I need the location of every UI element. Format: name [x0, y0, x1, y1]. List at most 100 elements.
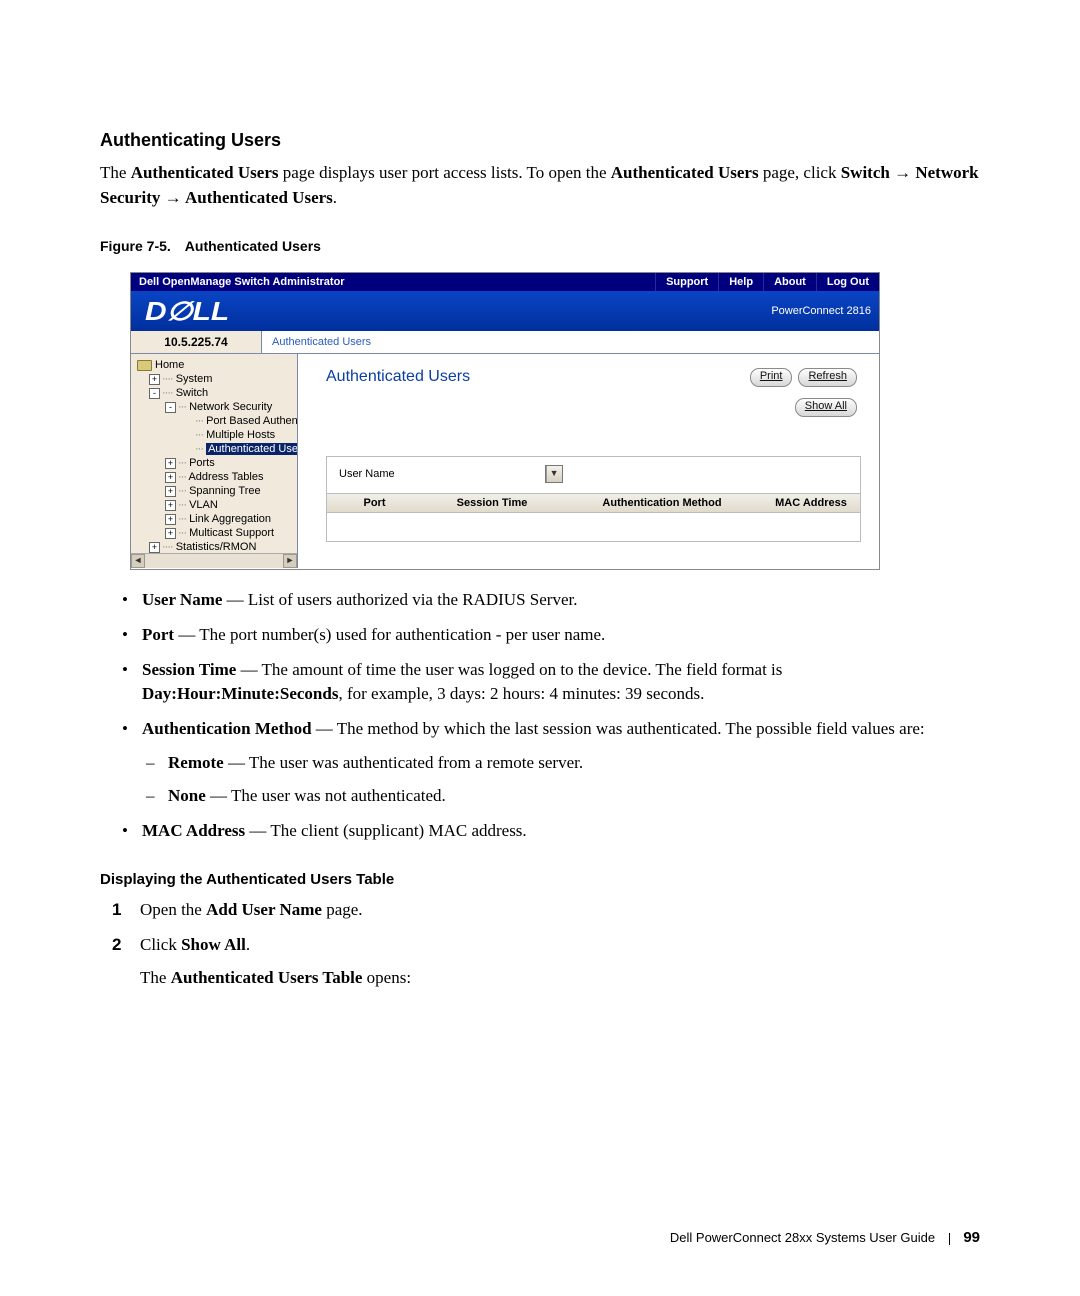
list-item: None — The user was not authenticated. [142, 784, 980, 809]
expand-icon[interactable]: + [165, 528, 176, 539]
list-item: MAC Address — The client (supplicant) MA… [122, 819, 980, 844]
tree-link-aggregation[interactable]: +··· Link Aggregation [137, 512, 297, 526]
expand-icon[interactable]: + [149, 374, 160, 385]
subsection-heading: Displaying the Authenticated Users Table [100, 871, 980, 888]
label: Link Aggregation [189, 513, 271, 525]
expand-icon[interactable]: + [165, 486, 176, 497]
col-auth-method: Authentication Method [562, 497, 762, 509]
main-panel: Authenticated Users Print Refresh Show A… [298, 354, 879, 568]
label-selected: Authenticated Users [206, 443, 298, 455]
text: — List of users authorized via the RADIU… [222, 590, 577, 609]
tree-scrollbar[interactable]: ◄ ► [131, 553, 297, 568]
folder-icon [137, 360, 152, 371]
term: Authenticated Users [131, 163, 279, 182]
dell-logo: D∅LL [145, 296, 229, 327]
guide-name: Dell PowerConnect 28xx Systems User Guid… [670, 1230, 935, 1245]
tree-statistics-rmon[interactable]: +···· Statistics/RMON [137, 540, 297, 554]
text: page, click [759, 163, 841, 182]
label: Statistics/RMON [176, 541, 257, 553]
tree-authenticated-users[interactable]: ··· Authenticated Users [137, 442, 297, 456]
screenshot-figure: Dell OpenManage Switch Administrator Sup… [130, 272, 880, 570]
term: Session Time [142, 660, 236, 679]
label: Network Security [189, 401, 272, 413]
text: page displays user port access lists. To… [278, 163, 610, 182]
tree-home[interactable]: Home [137, 358, 297, 372]
label: Switch [176, 387, 208, 399]
page-number: 99 [963, 1229, 980, 1246]
term: Add User Name [206, 900, 322, 919]
label: Spanning Tree [189, 485, 261, 497]
term: Authentication Method [142, 719, 312, 738]
username-select[interactable]: ▼ [545, 465, 563, 483]
breadcrumb: Authenticated Users [262, 331, 879, 353]
term: Show All [181, 935, 246, 954]
figure-caption: Figure 7-5.Authenticated Users [100, 238, 980, 254]
tree-system[interactable]: +···· System [137, 372, 297, 386]
tree-address-tables[interactable]: +··· Address Tables [137, 470, 297, 484]
text: , for example, 3 days: 2 hours: 4 minute… [338, 684, 704, 703]
expand-icon[interactable]: + [165, 500, 176, 511]
app-title: Dell OpenManage Switch Administrator [139, 273, 345, 291]
list-item: Session Time — The amount of time the us… [122, 658, 980, 707]
refresh-button[interactable]: Refresh [798, 368, 857, 387]
menu-support[interactable]: Support [655, 273, 718, 291]
term: MAC Address [142, 821, 245, 840]
expand-icon[interactable]: + [165, 514, 176, 525]
tree-ports[interactable]: +··· Ports [137, 456, 297, 470]
app-titlebar: Dell OpenManage Switch Administrator Sup… [131, 273, 879, 291]
col-port: Port [327, 497, 422, 509]
text: The [100, 163, 131, 182]
show-all-button[interactable]: Show All [795, 398, 857, 417]
nav-tree: Home +···· System -···· Switch -··· Netw… [131, 354, 298, 568]
scroll-left-icon[interactable]: ◄ [131, 554, 145, 568]
term: Authenticated Users [611, 163, 759, 182]
intro-paragraph: The Authenticated Users page displays us… [100, 161, 980, 210]
field-descriptions: User Name — List of users authorized via… [122, 588, 980, 843]
text: . [246, 935, 250, 954]
list-item: User Name — List of users authorized via… [122, 588, 980, 613]
col-mac-address: MAC Address [762, 497, 860, 509]
col-session-time: Session Time [422, 497, 562, 509]
collapse-icon[interactable]: - [149, 388, 160, 399]
text: Click [140, 935, 181, 954]
expand-icon[interactable]: + [165, 458, 176, 469]
collapse-icon[interactable]: - [165, 402, 176, 413]
text: page. [322, 900, 363, 919]
print-button[interactable]: Print [750, 368, 793, 387]
chevron-down-icon: ▼ [546, 466, 562, 482]
step-item: Click Show All. [112, 933, 980, 958]
scroll-right-icon[interactable]: ► [283, 554, 297, 568]
tree-network-security[interactable]: -··· Network Security [137, 400, 297, 414]
page-footer: Dell PowerConnect 28xx Systems User Guid… [670, 1229, 980, 1246]
label: System [176, 373, 213, 385]
table-header: Port Session Time Authentication Method … [327, 493, 860, 513]
tree-multicast-support[interactable]: +··· Multicast Support [137, 526, 297, 540]
expand-icon[interactable]: + [165, 472, 176, 483]
term: Authenticated Users Table [171, 968, 363, 987]
term: Remote [168, 753, 224, 772]
section-heading: Authenticating Users [100, 130, 980, 151]
text: — The user was authenticated from a remo… [224, 753, 583, 772]
tree-switch[interactable]: -···· Switch [137, 386, 297, 400]
procedure-steps: Open the Add User Name page. Click Show … [112, 898, 980, 957]
text: The [140, 968, 171, 987]
term: Day:Hour:Minute:Seconds [142, 684, 338, 703]
tree-multiple-hosts[interactable]: ··· Multiple Hosts [137, 428, 297, 442]
label: Port Based Authentic [206, 415, 298, 427]
username-label: User Name [339, 468, 395, 480]
term: User Name [142, 590, 222, 609]
label: Ports [189, 457, 215, 469]
tree-vlan[interactable]: +··· VLAN [137, 498, 297, 512]
text: . [333, 188, 337, 207]
text: Open the [140, 900, 206, 919]
expand-icon[interactable]: + [149, 542, 160, 553]
tree-spanning-tree[interactable]: +··· Spanning Tree [137, 484, 297, 498]
text: — The port number(s) used for authentica… [174, 625, 605, 644]
menu-about[interactable]: About [763, 273, 816, 291]
step-item: Open the Add User Name page. [112, 898, 980, 923]
figure-title: Authenticated Users [185, 238, 321, 254]
menu-logout[interactable]: Log Out [816, 273, 879, 291]
step-result: The Authenticated Users Table opens: [140, 968, 980, 988]
tree-port-based-auth[interactable]: ··· Port Based Authentic [137, 414, 297, 428]
menu-help[interactable]: Help [718, 273, 763, 291]
